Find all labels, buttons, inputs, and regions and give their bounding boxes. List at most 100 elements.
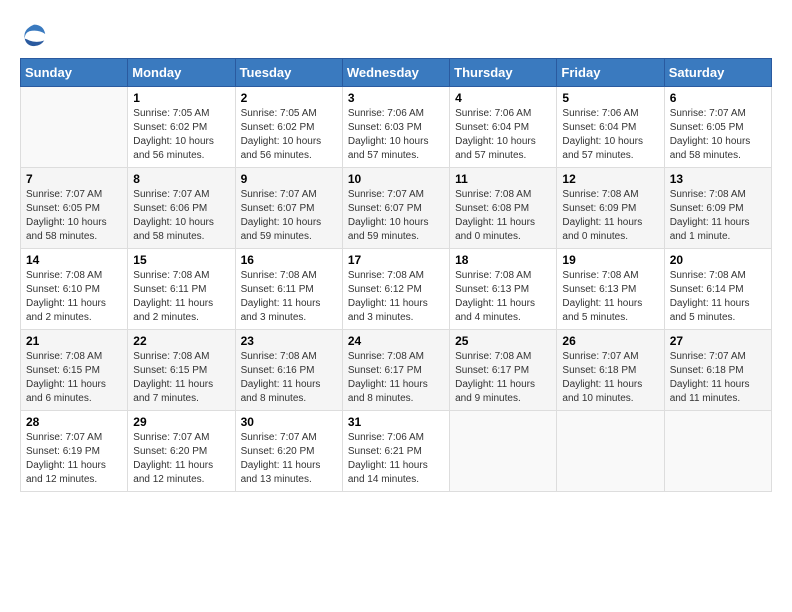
sunrise-text: Sunrise: 7:08 AM xyxy=(241,351,317,362)
day-number: 13 xyxy=(670,172,766,186)
daylight-text: Daylight: 10 hours and 58 minutes. xyxy=(670,136,751,161)
daylight-text: Daylight: 11 hours and 13 minutes. xyxy=(241,460,321,485)
weekday-header-monday: Monday xyxy=(128,59,235,87)
sunset-text: Sunset: 6:15 PM xyxy=(26,365,100,376)
daylight-text: Daylight: 10 hours and 57 minutes. xyxy=(348,136,429,161)
day-info: Sunrise: 7:08 AM Sunset: 6:10 PM Dayligh… xyxy=(26,269,122,325)
sunset-text: Sunset: 6:04 PM xyxy=(455,122,529,133)
daylight-text: Daylight: 10 hours and 56 minutes. xyxy=(241,136,322,161)
calendar-cell: 4 Sunrise: 7:06 AM Sunset: 6:04 PM Dayli… xyxy=(450,87,557,168)
sunrise-text: Sunrise: 7:08 AM xyxy=(455,351,531,362)
calendar-cell: 17 Sunrise: 7:08 AM Sunset: 6:12 PM Dayl… xyxy=(342,249,449,330)
sunset-text: Sunset: 6:15 PM xyxy=(133,365,207,376)
sunrise-text: Sunrise: 7:07 AM xyxy=(348,189,424,200)
day-number: 10 xyxy=(348,172,444,186)
day-number: 4 xyxy=(455,91,551,105)
sunset-text: Sunset: 6:06 PM xyxy=(133,203,207,214)
calendar-cell: 14 Sunrise: 7:08 AM Sunset: 6:10 PM Dayl… xyxy=(21,249,128,330)
day-info: Sunrise: 7:08 AM Sunset: 6:17 PM Dayligh… xyxy=(348,350,444,406)
calendar-cell: 26 Sunrise: 7:07 AM Sunset: 6:18 PM Dayl… xyxy=(557,330,664,411)
calendar-cell: 25 Sunrise: 7:08 AM Sunset: 6:17 PM Dayl… xyxy=(450,330,557,411)
day-number: 20 xyxy=(670,253,766,267)
logo xyxy=(20,20,52,48)
daylight-text: Daylight: 11 hours and 5 minutes. xyxy=(562,298,642,323)
day-number: 7 xyxy=(26,172,122,186)
calendar-cell: 20 Sunrise: 7:08 AM Sunset: 6:14 PM Dayl… xyxy=(664,249,771,330)
calendar-week-row: 1 Sunrise: 7:05 AM Sunset: 6:02 PM Dayli… xyxy=(21,87,772,168)
calendar-cell: 31 Sunrise: 7:06 AM Sunset: 6:21 PM Dayl… xyxy=(342,411,449,492)
calendar-cell xyxy=(664,411,771,492)
sunset-text: Sunset: 6:13 PM xyxy=(562,284,636,295)
calendar-cell: 22 Sunrise: 7:08 AM Sunset: 6:15 PM Dayl… xyxy=(128,330,235,411)
day-number: 23 xyxy=(241,334,337,348)
page-header xyxy=(20,20,772,48)
day-number: 1 xyxy=(133,91,229,105)
calendar-cell: 24 Sunrise: 7:08 AM Sunset: 6:17 PM Dayl… xyxy=(342,330,449,411)
day-number: 25 xyxy=(455,334,551,348)
sunrise-text: Sunrise: 7:08 AM xyxy=(26,270,102,281)
sunset-text: Sunset: 6:16 PM xyxy=(241,365,315,376)
daylight-text: Daylight: 11 hours and 5 minutes. xyxy=(670,298,750,323)
daylight-text: Daylight: 11 hours and 3 minutes. xyxy=(241,298,321,323)
sunset-text: Sunset: 6:17 PM xyxy=(455,365,529,376)
sunset-text: Sunset: 6:14 PM xyxy=(670,284,744,295)
day-number: 26 xyxy=(562,334,658,348)
day-number: 19 xyxy=(562,253,658,267)
weekday-header-friday: Friday xyxy=(557,59,664,87)
day-info: Sunrise: 7:08 AM Sunset: 6:13 PM Dayligh… xyxy=(562,269,658,325)
calendar-cell xyxy=(21,87,128,168)
daylight-text: Daylight: 11 hours and 0 minutes. xyxy=(455,217,535,242)
day-info: Sunrise: 7:07 AM Sunset: 6:07 PM Dayligh… xyxy=(348,188,444,244)
day-number: 22 xyxy=(133,334,229,348)
calendar-cell: 3 Sunrise: 7:06 AM Sunset: 6:03 PM Dayli… xyxy=(342,87,449,168)
calendar-body: 1 Sunrise: 7:05 AM Sunset: 6:02 PM Dayli… xyxy=(21,87,772,492)
calendar-cell: 27 Sunrise: 7:07 AM Sunset: 6:18 PM Dayl… xyxy=(664,330,771,411)
sunrise-text: Sunrise: 7:07 AM xyxy=(26,432,102,443)
sunrise-text: Sunrise: 7:08 AM xyxy=(562,189,638,200)
day-number: 17 xyxy=(348,253,444,267)
sunset-text: Sunset: 6:05 PM xyxy=(670,122,744,133)
daylight-text: Daylight: 11 hours and 12 minutes. xyxy=(133,460,213,485)
calendar-cell: 28 Sunrise: 7:07 AM Sunset: 6:19 PM Dayl… xyxy=(21,411,128,492)
calendar-cell: 12 Sunrise: 7:08 AM Sunset: 6:09 PM Dayl… xyxy=(557,168,664,249)
day-number: 14 xyxy=(26,253,122,267)
daylight-text: Daylight: 11 hours and 11 minutes. xyxy=(670,379,750,404)
daylight-text: Daylight: 11 hours and 2 minutes. xyxy=(133,298,213,323)
sunset-text: Sunset: 6:02 PM xyxy=(241,122,315,133)
calendar-cell: 21 Sunrise: 7:08 AM Sunset: 6:15 PM Dayl… xyxy=(21,330,128,411)
weekday-header-tuesday: Tuesday xyxy=(235,59,342,87)
calendar-week-row: 28 Sunrise: 7:07 AM Sunset: 6:19 PM Dayl… xyxy=(21,411,772,492)
day-info: Sunrise: 7:06 AM Sunset: 6:21 PM Dayligh… xyxy=(348,431,444,487)
daylight-text: Daylight: 10 hours and 59 minutes. xyxy=(348,217,429,242)
daylight-text: Daylight: 11 hours and 8 minutes. xyxy=(241,379,321,404)
sunrise-text: Sunrise: 7:05 AM xyxy=(241,108,317,119)
sunset-text: Sunset: 6:20 PM xyxy=(133,446,207,457)
sunset-text: Sunset: 6:12 PM xyxy=(348,284,422,295)
daylight-text: Daylight: 11 hours and 1 minute. xyxy=(670,217,750,242)
daylight-text: Daylight: 11 hours and 10 minutes. xyxy=(562,379,642,404)
calendar-cell: 23 Sunrise: 7:08 AM Sunset: 6:16 PM Dayl… xyxy=(235,330,342,411)
daylight-text: Daylight: 11 hours and 3 minutes. xyxy=(348,298,428,323)
day-info: Sunrise: 7:06 AM Sunset: 6:03 PM Dayligh… xyxy=(348,107,444,163)
sunset-text: Sunset: 6:18 PM xyxy=(562,365,636,376)
day-info: Sunrise: 7:08 AM Sunset: 6:16 PM Dayligh… xyxy=(241,350,337,406)
sunset-text: Sunset: 6:09 PM xyxy=(562,203,636,214)
day-info: Sunrise: 7:07 AM Sunset: 6:19 PM Dayligh… xyxy=(26,431,122,487)
day-info: Sunrise: 7:05 AM Sunset: 6:02 PM Dayligh… xyxy=(133,107,229,163)
day-info: Sunrise: 7:08 AM Sunset: 6:13 PM Dayligh… xyxy=(455,269,551,325)
daylight-text: Daylight: 11 hours and 8 minutes. xyxy=(348,379,428,404)
day-number: 15 xyxy=(133,253,229,267)
calendar-cell xyxy=(557,411,664,492)
day-number: 31 xyxy=(348,415,444,429)
sunset-text: Sunset: 6:10 PM xyxy=(26,284,100,295)
weekday-header-wednesday: Wednesday xyxy=(342,59,449,87)
daylight-text: Daylight: 11 hours and 7 minutes. xyxy=(133,379,213,404)
day-info: Sunrise: 7:08 AM Sunset: 6:08 PM Dayligh… xyxy=(455,188,551,244)
sunset-text: Sunset: 6:11 PM xyxy=(133,284,206,295)
day-number: 28 xyxy=(26,415,122,429)
day-info: Sunrise: 7:08 AM Sunset: 6:09 PM Dayligh… xyxy=(670,188,766,244)
day-number: 5 xyxy=(562,91,658,105)
sunrise-text: Sunrise: 7:06 AM xyxy=(348,108,424,119)
sunrise-text: Sunrise: 7:07 AM xyxy=(670,351,746,362)
daylight-text: Daylight: 10 hours and 58 minutes. xyxy=(26,217,107,242)
